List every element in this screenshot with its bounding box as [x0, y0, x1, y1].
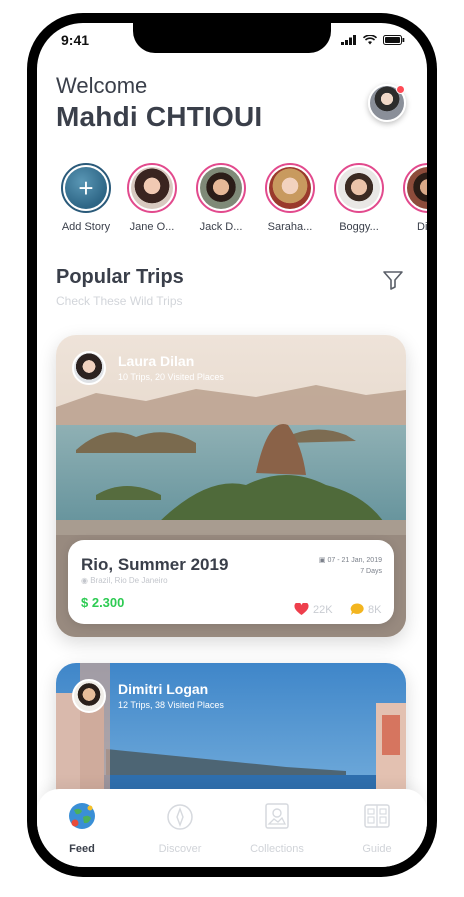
section-subtitle: Check These Wild Trips — [56, 294, 183, 308]
comments-count: 8K — [368, 603, 382, 616]
story-label: Add Story — [61, 221, 111, 233]
tab-discover[interactable]: Discover — [140, 801, 220, 855]
story-ring — [403, 163, 427, 213]
trip-dates: ▣ 07 - 21 Jan, 2019 — [319, 556, 382, 564]
map-guide-icon — [364, 804, 390, 828]
profile-avatar[interactable] — [368, 84, 406, 122]
tab-label: Feed — [69, 843, 95, 855]
globe-icon — [69, 803, 95, 829]
story-avatar — [407, 167, 427, 209]
author-avatar[interactable] — [72, 351, 106, 385]
tab-label: Collections — [250, 843, 304, 855]
status-time: 9:41 — [61, 32, 90, 48]
tab-label: Discover — [158, 843, 202, 855]
battery-icon — [383, 35, 405, 45]
author-avatar[interactable] — [72, 679, 106, 713]
username: Mahdi CHTIOUI — [56, 101, 263, 132]
likes-count: 22K — [313, 603, 333, 616]
plus-icon: + — [65, 167, 107, 209]
filter-icon[interactable] — [382, 269, 404, 291]
tab-collections[interactable]: Collections — [237, 801, 317, 855]
section-title: Popular Trips — [56, 266, 184, 288]
story-item[interactable]: Jack D... — [191, 163, 251, 233]
phone-frame: 9:41 Welcome Mahdi CHTIOUI + Add Story J… — [27, 13, 437, 877]
trip-card[interactable]: Laura Dilan 10 Trips, 20 Visited Places … — [56, 335, 406, 637]
trip-location: ◉ Brazil, Rio De Janeiro — [81, 576, 168, 585]
trip-duration: 7 Days — [360, 568, 382, 575]
story-avatar — [131, 167, 173, 209]
story-avatar — [200, 167, 242, 209]
author-name[interactable]: Dimitri Logan — [118, 681, 208, 697]
story-item[interactable]: Saraha... — [260, 163, 320, 233]
trip-info-panel: Rio, Summer 2019 ◉ Brazil, Rio De Janeir… — [68, 540, 394, 624]
story-item[interactable]: Boggy... — [329, 163, 389, 233]
signal-icon — [341, 35, 356, 45]
status-icons — [341, 35, 405, 45]
trip-price: $ 2.300 — [81, 595, 125, 610]
story-label: Boggy... — [339, 221, 379, 233]
story-avatar — [269, 167, 311, 209]
compass-icon — [167, 804, 193, 830]
tab-bar: Feed Discover Collections Guide — [37, 789, 427, 867]
story-avatar — [338, 167, 380, 209]
app-screen: 9:41 Welcome Mahdi CHTIOUI + Add Story J… — [37, 23, 427, 867]
trip-title: Rio, Summer 2019 — [81, 555, 229, 574]
author-stats: 10 Trips, 20 Visited Places — [118, 372, 224, 382]
story-label: Jack D... — [199, 221, 243, 233]
story-add[interactable]: + Add Story — [56, 163, 116, 233]
welcome-text: Welcome — [56, 73, 148, 98]
calendar-icon: ▣ — [318, 557, 326, 564]
likes-button[interactable]: 22K — [294, 603, 333, 616]
author-stats: 12 Trips, 38 Visited Places — [118, 700, 224, 710]
trip-dates-text: 07 - 21 Jan, 2019 — [327, 557, 383, 564]
notification-dot — [396, 85, 405, 94]
comments-button[interactable]: 8K — [350, 603, 381, 616]
story-label: Dimi — [417, 221, 427, 233]
story-item[interactable]: Jane O... — [122, 163, 182, 233]
comment-icon — [350, 603, 364, 615]
story-label: Saraha... — [267, 221, 313, 233]
author-name[interactable]: Laura Dilan — [118, 353, 194, 369]
story-ring — [265, 163, 315, 213]
tab-guide[interactable]: Guide — [337, 801, 417, 855]
heart-icon — [294, 603, 309, 615]
story-item[interactable]: Dimi — [398, 163, 427, 233]
tab-feed[interactable]: Feed — [42, 801, 122, 855]
notch — [133, 23, 331, 53]
location-pin-icon: ◉ — [81, 576, 88, 585]
story-ring — [334, 163, 384, 213]
story-label: Jane O... — [129, 221, 175, 233]
story-ring: + — [61, 163, 111, 213]
stories-row: + Add Story Jane O... Jack D... Saraha..… — [56, 163, 427, 243]
gallery-icon — [265, 803, 289, 829]
trip-location-text: Brazil, Rio De Janeiro — [90, 576, 168, 585]
wifi-icon — [363, 35, 377, 45]
story-ring — [196, 163, 246, 213]
story-ring — [127, 163, 177, 213]
tab-label: Guide — [362, 843, 392, 855]
